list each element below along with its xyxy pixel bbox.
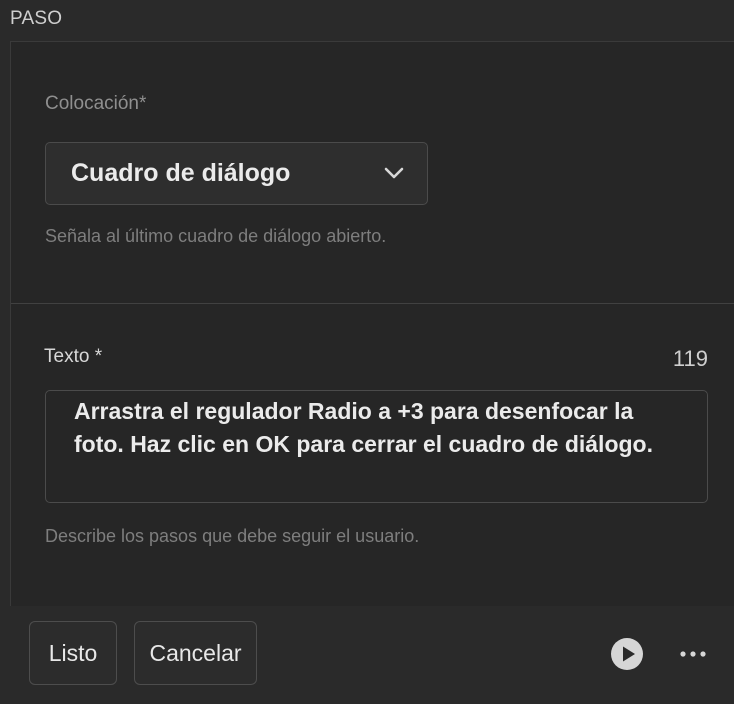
done-button[interactable]: Listo [29, 621, 117, 685]
step-panel: PASO Colocación* Cuadro de diálogo Señal… [0, 0, 734, 704]
text-section: Texto * 119 Arrastra el regulador Radio … [11, 304, 734, 604]
step-card: Colocación* Cuadro de diálogo Señala al … [10, 41, 734, 621]
placement-helper-text: Señala al último cuadro de diálogo abier… [45, 226, 387, 246]
text-textarea[interactable]: Arrastra el regulador Radio a +3 para de… [45, 390, 708, 503]
text-label: Texto * [44, 346, 103, 367]
more-icon[interactable] [675, 640, 711, 668]
play-icon[interactable] [610, 637, 644, 671]
placement-selected-value: Cuadro de diálogo [71, 159, 291, 187]
cancel-button[interactable]: Cancelar [134, 621, 257, 685]
character-counter: 119 [672, 346, 708, 371]
text-textarea-value: Arrastra el regulador Radio a +3 para de… [74, 398, 653, 457]
chevron-down-icon [384, 167, 404, 179]
placement-section: Colocación* Cuadro de diálogo Señala al … [11, 42, 734, 304]
text-helper-text: Describe los pasos que debe seguir el us… [45, 526, 420, 546]
placement-label: Colocación* [45, 93, 147, 114]
placement-dropdown[interactable]: Cuadro de diálogo [45, 142, 428, 205]
panel-title: PASO [10, 8, 63, 29]
footer-bar: Listo Cancelar [10, 606, 734, 704]
